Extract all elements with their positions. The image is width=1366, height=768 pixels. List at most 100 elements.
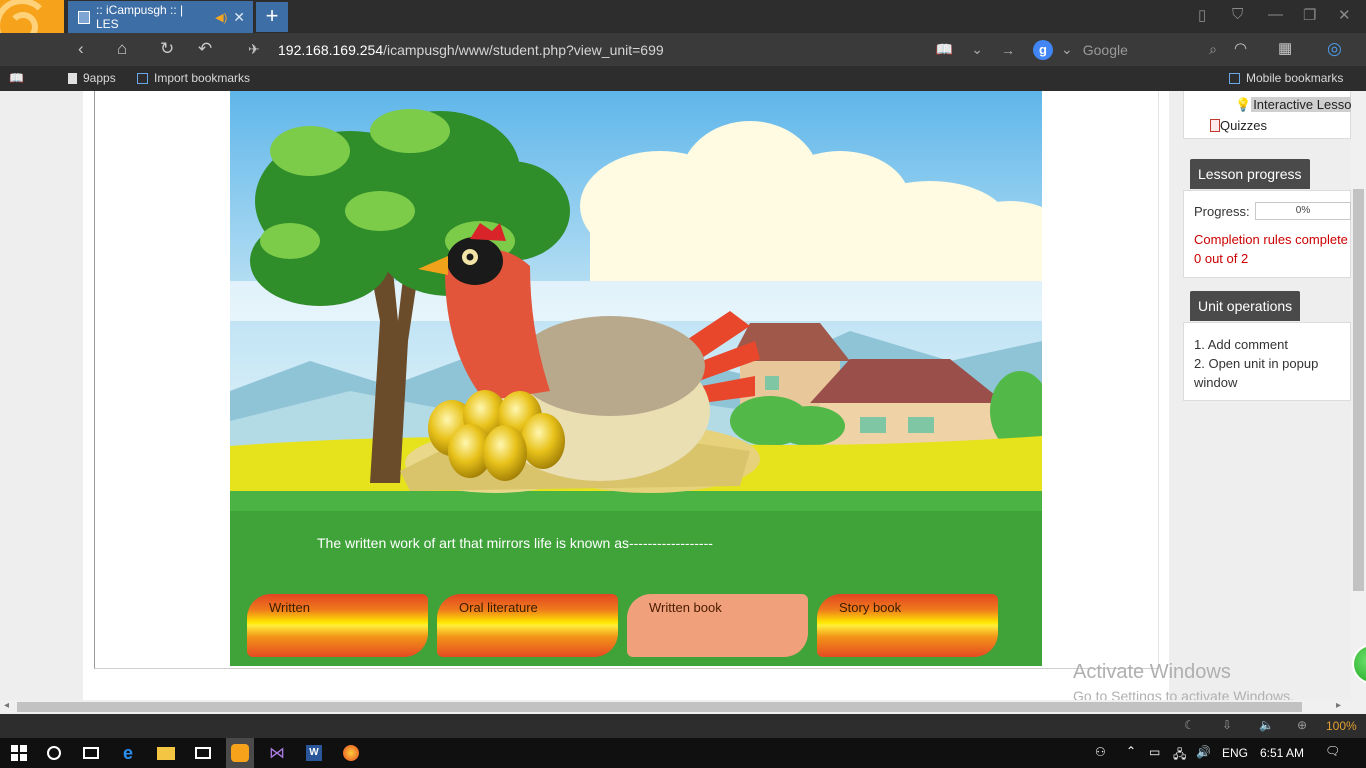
scroll-right-icon[interactable]: ▸	[1336, 700, 1341, 711]
url-host: 192.168.169.254	[278, 41, 384, 58]
bookmark-label: Import bookmarks	[154, 71, 251, 85]
tree-item-quizzes[interactable]: Quizzes	[1210, 118, 1267, 133]
firefox-icon[interactable]	[340, 742, 362, 764]
bookmarks-panel-icon[interactable]: 📖	[9, 71, 24, 85]
answer-option-label: Story book	[839, 600, 902, 615]
answer-option-written-book[interactable]: Written book	[627, 594, 808, 657]
close-window-icon[interactable]: ✕	[1338, 6, 1351, 24]
sound-icon[interactable]: 🔈	[1259, 718, 1274, 732]
unit-operations-title: Unit operations	[1190, 291, 1301, 321]
tree-item-label: Interactive Lesso	[1251, 97, 1354, 112]
restore-icon[interactable]: ❐	[1303, 6, 1316, 24]
zoom-level[interactable]: 100%	[1326, 719, 1357, 733]
bookmark-label: 9apps	[83, 71, 116, 85]
clock[interactable]: 6:51 AM	[1260, 746, 1304, 760]
vertical-scroll-thumb[interactable]	[1353, 189, 1364, 591]
lesson-progress-title: Lesson progress	[1190, 159, 1310, 189]
audio-icon[interactable]: ◀)	[215, 11, 227, 24]
network-icon[interactable]: 🖧	[1173, 745, 1186, 766]
search-box[interactable]: g ⌄ Google ⌕	[1025, 33, 1225, 66]
new-tab-button[interactable]: +	[256, 2, 288, 32]
search-engine-icon[interactable]: g	[1033, 39, 1053, 60]
mobile-icon	[1229, 72, 1240, 84]
bookmark-import[interactable]: Import bookmarks	[137, 71, 250, 85]
progress-bar: 0%	[1255, 202, 1351, 220]
windows-start-icon[interactable]	[8, 742, 30, 764]
progress-value: 0%	[1295, 205, 1311, 216]
tab-title: :: iCampusgh :: | LES	[96, 3, 184, 31]
cortana-icon[interactable]	[43, 742, 65, 764]
url-path: /icampusgh/www/student.php?view_unit=699	[383, 41, 664, 58]
browser-tab-bar: :: iCampusgh :: | LES ◀) ✕ + ▯ ⛉ — ❐ ✕	[0, 0, 1366, 66]
progress-label: Progress:	[1194, 204, 1250, 219]
add-comment-link[interactable]: 1. Add comment	[1194, 335, 1340, 354]
bookmark-bar: 📖 9apps Import bookmarks Mobile bookmark…	[0, 66, 1366, 91]
browser-tab[interactable]: :: iCampusgh :: | LES ◀) ✕	[68, 1, 253, 33]
back-icon[interactable]: ‹	[78, 39, 84, 59]
download-manager-icon[interactable]: ◎	[1327, 39, 1342, 59]
notifications-icon[interactable]: 🗨	[1325, 744, 1340, 758]
page-icon	[68, 72, 77, 84]
left-margin	[0, 91, 83, 700]
people-icon[interactable]: ⚇	[1095, 745, 1106, 759]
mobile-bookmarks[interactable]: Mobile bookmarks	[1229, 71, 1343, 85]
scroll-left-icon[interactable]: ◂	[4, 700, 9, 711]
completion-count: 0 out of 2	[1194, 251, 1249, 266]
watermark-title: Activate Windows	[1073, 661, 1231, 683]
close-tab-icon[interactable]: ✕	[233, 9, 245, 26]
edge-icon[interactable]: e	[117, 742, 139, 764]
lesson-illustration	[230, 91, 1042, 666]
undo-close-icon[interactable]: ↶	[198, 39, 212, 59]
uc-browser-icon[interactable]	[226, 738, 254, 768]
search-icon[interactable]: ⌕	[1209, 41, 1217, 58]
activate-windows-watermark: Activate Windows Go to Settings to activ…	[1073, 661, 1294, 704]
go-arrow-icon[interactable]: →	[1001, 42, 1015, 58]
horizontal-scrollbar[interactable]: ◂ ▸	[0, 700, 1366, 714]
bookmark-9apps[interactable]: 9apps	[68, 71, 116, 85]
apps-grid-icon[interactable]: ▦	[1278, 39, 1292, 57]
windows-taskbar: e ⋈ W ⚇ ⌃ ▭ 🖧 🔊 ENG 6:51 AM 🗨	[0, 738, 1366, 768]
download-icon[interactable]: ⇩	[1222, 718, 1232, 732]
vertical-scrollbar[interactable]	[1351, 91, 1366, 700]
home-icon[interactable]: ⌂	[117, 39, 127, 59]
mail-icon[interactable]	[192, 742, 214, 764]
tray-chevron-icon[interactable]: ⌃	[1126, 744, 1136, 758]
interactive-lesson: The written work of art that mirrors lif…	[230, 91, 1042, 666]
page-icon	[78, 10, 90, 24]
answer-option-oral-literature[interactable]: Oral literature	[437, 594, 618, 657]
night-mode-icon[interactable]: ☾	[1184, 718, 1195, 732]
file-explorer-icon[interactable]	[155, 742, 177, 764]
search-input[interactable]: Google	[1083, 42, 1128, 58]
dropdown-chevron-icon[interactable]: ⌄	[971, 41, 983, 58]
tree-item-label: Quizzes	[1220, 118, 1267, 133]
volume-icon[interactable]: 🔊	[1196, 745, 1211, 759]
wifi-icon[interactable]: ◠	[1234, 39, 1247, 57]
tree-item-interactive-lesson[interactable]: 💡 Interactive Lesso	[1235, 97, 1354, 113]
answer-option-story-book[interactable]: Story book	[817, 594, 998, 657]
completion-rules-text: Completion rules complete	[1194, 232, 1348, 247]
quiz-doc-icon	[1210, 119, 1220, 132]
reload-icon[interactable]: ↻	[160, 39, 174, 59]
language-indicator[interactable]: ENG	[1222, 746, 1248, 760]
address-bar[interactable]: 192.168.169.254 /icampusgh/www/student.p…	[238, 33, 1023, 66]
right-sidebar: 💡 Interactive Lesso Quizzes Lesson progre…	[1169, 91, 1354, 700]
zoom-icon[interactable]: ⊕	[1297, 718, 1307, 732]
word-icon[interactable]: W	[303, 742, 325, 764]
open-popup-link[interactable]: 2. Open unit in popup window	[1194, 354, 1340, 392]
minimize-icon[interactable]: —	[1268, 6, 1283, 23]
task-view-icon[interactable]	[80, 742, 102, 764]
visual-studio-icon[interactable]: ⋈	[266, 742, 288, 764]
horizontal-scroll-thumb[interactable]	[17, 702, 1302, 712]
engine-chevron-icon[interactable]: ⌄	[1061, 41, 1073, 58]
lightbulb-icon: 💡	[1235, 97, 1252, 112]
answer-option-label: Written	[269, 600, 310, 615]
skin-icon[interactable]: ⛉	[1232, 6, 1243, 23]
reader-icon[interactable]: 📖	[936, 41, 953, 58]
battery-icon[interactable]: ▭	[1149, 745, 1160, 759]
question-text: The written work of art that mirrors lif…	[317, 535, 713, 551]
navigation-bar: ‹ ⌂ ↻ ↶ ✈ 192.168.169.254 /icampusgh/www…	[0, 33, 1366, 66]
answer-option-written[interactable]: Written	[247, 594, 428, 657]
answer-option-label: Oral literature	[459, 600, 538, 615]
sidebar-toggle-icon[interactable]: ▯	[1198, 6, 1206, 24]
browser-status-bar: ☾ ⇩ 🔈 ⊕ 100%	[0, 714, 1366, 738]
